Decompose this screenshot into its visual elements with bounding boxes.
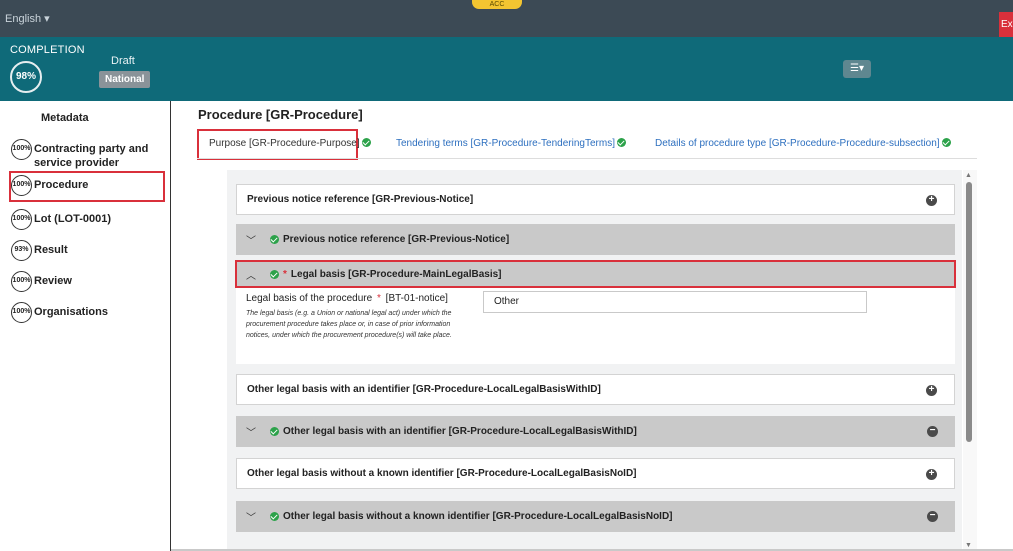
field-label-text: Legal basis of the procedure (246, 293, 373, 304)
check-circle-icon (941, 138, 951, 147)
check-circle-icon (270, 512, 279, 521)
section-label: Other legal basis without a known identi… (247, 468, 637, 479)
progress-ring: 100% (11, 139, 32, 160)
progress-ring: 100% (11, 302, 32, 323)
sidebar-item-organisations[interactable]: 100% Organisations (11, 302, 165, 323)
sidebar-item-contracting-party[interactable]: 100% Contracting party and service provi… (11, 139, 165, 170)
sidebar-item-label: Result (34, 244, 68, 256)
completion-progress: 98% (10, 61, 42, 93)
minus-circle-icon[interactable]: − (927, 511, 938, 522)
chevron-down-icon[interactable]: ﹀ (246, 232, 256, 247)
plus-circle-icon[interactable]: + (926, 195, 937, 206)
section-label: Previous notice reference [GR-Previous-N… (283, 234, 510, 245)
chevron-down-icon[interactable]: ﹀ (246, 509, 256, 524)
tab-label: Purpose [GR-Procedure-Purpose] (209, 138, 360, 149)
tab-bar: Purpose [GR-Procedure-Purpose] Tendering… (197, 129, 977, 160)
sidebar-item-lot[interactable]: 100% Lot (LOT-0001) (11, 209, 165, 230)
tab-details-procedure-type[interactable]: Details of procedure type [GR-Procedure-… (655, 138, 951, 149)
completion-header: COMPLETION 98% Draft National ☰▾ (0, 37, 1013, 101)
scroll-thumb[interactable] (966, 182, 972, 442)
tab-purpose[interactable]: Purpose [GR-Procedure-Purpose] (209, 138, 371, 149)
progress-ring: 100% (11, 271, 32, 292)
section-other-with-id-expanded[interactable]: ﹀ Other legal basis with an identifier [… (236, 416, 955, 447)
tab-label: Tendering terms [GR-Procedure-TenderingT… (396, 138, 615, 149)
field-label: Legal basis of the procedure * [BT-01-no… (246, 293, 448, 304)
sidebar-item-review[interactable]: 100% Review (11, 271, 165, 292)
page-title: Procedure [GR-Procedure] (198, 107, 363, 122)
required-asterisk: * (376, 293, 381, 304)
caret-down-icon: ▾ (44, 13, 50, 25)
section-previous-notice-collapsed[interactable]: Previous notice reference [GR-Previous-N… (236, 184, 955, 215)
section-other-no-id-collapsed[interactable]: Other legal basis without a known identi… (236, 458, 955, 489)
section-label: Other legal basis without a known identi… (283, 511, 673, 522)
legal-basis-select[interactable]: Other (483, 291, 867, 313)
sidebar-item-result[interactable]: 93% Result (11, 240, 165, 261)
language-selector[interactable]: English ▾ (5, 12, 50, 25)
sidebar-item-label: Contracting party and service provider (34, 143, 149, 169)
field-code: [BT-01-notice] (385, 293, 448, 304)
progress-ring: 100% (11, 209, 32, 230)
section-previous-notice-expanded[interactable]: ﹀ Previous notice reference [GR-Previous… (236, 224, 955, 255)
plus-circle-icon[interactable]: + (926, 385, 937, 396)
top-bar: English ▾ ACC Ex (0, 0, 1013, 37)
scroll-down-icon[interactable]: ▼ (965, 542, 972, 549)
section-label: Other legal basis with an identifier [GR… (247, 384, 601, 395)
section-other-no-id-expanded[interactable]: ﹀ Other legal basis without a known iden… (236, 501, 955, 532)
status-draft: Draft (111, 55, 135, 67)
form-content: Previous notice reference [GR-Previous-N… (227, 170, 977, 551)
sidebar-item-label: Lot (LOT-0001) (34, 213, 112, 225)
section-label: Other legal basis with an identifier [GR… (283, 426, 637, 437)
legal-basis-highlight (235, 260, 956, 288)
legal-basis-body: Legal basis of the procedure * [BT-01-no… (236, 288, 955, 364)
chevron-down-icon[interactable]: ﹀ (246, 424, 256, 439)
language-label: English (5, 13, 42, 25)
active-item-highlight (9, 171, 165, 202)
tab-tendering-terms[interactable]: Tendering terms [GR-Procedure-TenderingT… (396, 138, 626, 149)
minus-circle-icon[interactable]: − (927, 426, 938, 437)
progress-ring: 93% (11, 240, 32, 261)
tab-underline (197, 158, 977, 159)
completion-label: COMPLETION (10, 44, 85, 56)
sidebar-item-label: Review (34, 275, 72, 287)
check-circle-icon (270, 427, 279, 436)
settings-dropdown-button[interactable]: ☰▾ (843, 60, 871, 78)
sidebar-divider (170, 101, 171, 551)
field-help-text: The legal basis (e.g. a Union or nationa… (246, 310, 452, 339)
tab-label: Details of procedure type [GR-Procedure-… (655, 138, 940, 149)
section-other-with-id-collapsed[interactable]: Other legal basis with an identifier [GR… (236, 374, 955, 405)
scrollbar[interactable]: ▲ ▼ (963, 170, 977, 551)
sidebar: Metadata 100% Contracting party and serv… (0, 101, 170, 551)
exit-button[interactable]: Ex (999, 12, 1013, 37)
check-circle-icon (616, 138, 626, 147)
sidebar-item-label: Organisations (34, 306, 108, 318)
check-circle-icon (270, 235, 279, 244)
section-label: Previous notice reference [GR-Previous-N… (247, 194, 474, 205)
environment-badge: ACC (472, 0, 522, 9)
plus-circle-icon[interactable]: + (926, 469, 937, 480)
check-circle-icon (361, 138, 371, 147)
sliders-icon: ☰▾ (850, 63, 864, 74)
status-national-badge: National (99, 71, 151, 88)
scroll-up-icon[interactable]: ▲ (965, 172, 972, 179)
sidebar-heading-metadata[interactable]: Metadata (41, 112, 89, 124)
